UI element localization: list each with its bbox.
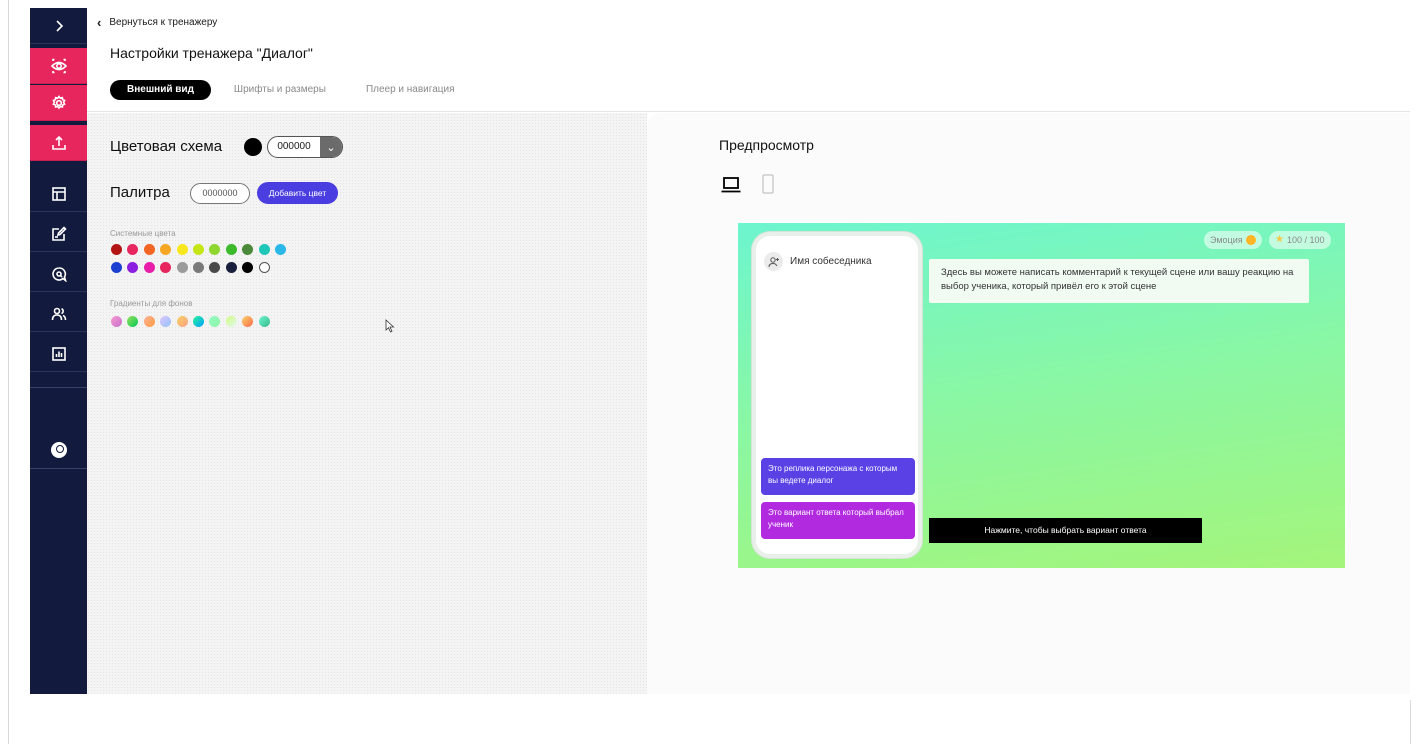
gradient-swatch[interactable] (242, 316, 254, 327)
choose-answer-button[interactable]: Нажмите, чтобы выбрать вариант ответа (929, 518, 1202, 543)
sidebar-divider (30, 387, 87, 388)
add-color-button[interactable]: Добавить цвет (257, 182, 338, 204)
color-swatch[interactable] (274, 244, 286, 255)
back-link-label: Вернуться к тренажеру (109, 17, 218, 28)
sidebar-item-settings[interactable] (30, 85, 87, 121)
scene-comment-box: Здесь вы можете написать комментарий к т… (929, 259, 1309, 303)
color-swatch[interactable] (127, 244, 139, 255)
color-swatch[interactable] (111, 244, 122, 255)
color-swatch[interactable] (160, 244, 172, 255)
color-swatch[interactable] (143, 262, 155, 273)
color-swatch[interactable] (209, 262, 221, 273)
palette-hex-input[interactable]: 0000000 (190, 183, 250, 204)
gradient-swatch[interactable] (127, 316, 139, 327)
color-swatch[interactable] (160, 262, 172, 273)
chevron-left-icon: ‹ (97, 15, 102, 30)
color-scheme-label: Цветовая схема (110, 138, 223, 155)
system-colors-row (111, 244, 286, 255)
color-swatch[interactable] (225, 244, 237, 255)
palette-label: Палитра (110, 184, 170, 201)
color-swatch[interactable] (192, 262, 204, 273)
phone-icon[interactable] (762, 174, 774, 194)
color-scheme-select[interactable]: 000000 ⌄ (267, 136, 343, 158)
user-avatar-icon (50, 442, 67, 458)
back-link[interactable]: ‹ Вернуться к тренажеру (97, 15, 217, 30)
frame-line-right (1410, 700, 1411, 744)
gradient-swatch[interactable] (143, 316, 155, 327)
color-swatch[interactable] (143, 244, 155, 255)
color-swatch[interactable] (209, 244, 221, 255)
tab-appearance[interactable]: Внешний вид (110, 80, 211, 100)
chat-search-icon (51, 266, 67, 282)
color-swatch[interactable] (176, 262, 188, 273)
upload-icon (51, 135, 66, 150)
color-swatch[interactable] (225, 262, 237, 273)
color-swatch[interactable] (242, 262, 254, 273)
gear-icon (51, 94, 66, 109)
appearance-settings-panel: Цветовая схема 000000 ⌄ Палитра 0000000 … (87, 113, 647, 694)
tab-player-navigation[interactable]: Плеер и навигация (346, 80, 475, 100)
gradient-swatch[interactable] (160, 316, 172, 327)
frame-line-left (8, 0, 9, 744)
system-colors-row (111, 262, 270, 273)
page-title: Настройки тренажера "Диалог" (110, 45, 313, 61)
sidebar-item-publish[interactable] (30, 125, 87, 161)
star-icon: ★ (1275, 234, 1284, 245)
sidebar-divider (30, 468, 87, 469)
gradient-swatch[interactable] (225, 316, 237, 327)
gradient-swatch[interactable] (111, 316, 122, 327)
sidebar-item-edit[interactable] (30, 216, 87, 252)
interlocutor-name: Имя собеседника (790, 256, 872, 267)
color-scheme-swatch[interactable] (244, 138, 262, 156)
color-swatch[interactable] (242, 244, 254, 255)
emoji-icon (1245, 235, 1256, 245)
score-badge: ★ 100 / 100 (1269, 231, 1331, 249)
system-colors-label: Системные цвета (110, 229, 176, 238)
sidebar-item-dialogs[interactable] (30, 256, 87, 292)
sidebar-expand-button[interactable] (30, 8, 87, 44)
color-swatch[interactable] (258, 262, 270, 273)
sidebar (30, 8, 87, 694)
color-swatch[interactable] (176, 244, 188, 255)
eye-icon (50, 58, 67, 73)
sidebar-item-statistics[interactable] (30, 336, 87, 372)
dialog-phone-frame: Имя собеседника Это реплика персонажа с … (752, 232, 922, 558)
gradients-row (111, 316, 270, 327)
emotion-label: Эмоция (1210, 235, 1243, 245)
gradient-swatch[interactable] (192, 316, 204, 327)
emotion-badge: Эмоция (1204, 231, 1262, 249)
preview-title: Предпросмотр (719, 137, 814, 153)
gradient-swatch[interactable] (209, 316, 221, 327)
preview-panel: Предпросмотр Эмоция ★ 100 / 100 Имя собе… (647, 113, 1410, 694)
chevron-down-icon[interactable]: ⌄ (320, 137, 342, 157)
sidebar-profile-button[interactable] (30, 432, 87, 468)
student-answer-bubble: Это вариант ответа который выбрал ученик (761, 502, 915, 539)
color-swatch[interactable] (111, 262, 122, 273)
score-value: 100 / 100 (1286, 235, 1325, 245)
interlocutor-header: Имя собеседника (764, 252, 872, 271)
sidebar-item-users[interactable] (30, 296, 87, 332)
color-swatch[interactable] (192, 244, 204, 255)
color-swatch[interactable] (127, 262, 139, 273)
gradient-swatch[interactable] (176, 316, 188, 327)
add-user-icon (764, 252, 783, 271)
tab-bar: Внешний вид Шрифты и размеры Плеер и нав… (110, 80, 475, 100)
chevron-right-icon (55, 19, 63, 32)
page-header: ‹ Вернуться к тренажеру Настройки тренаж… (87, 8, 1410, 112)
gradient-swatch[interactable] (258, 316, 270, 327)
sidebar-item-layout[interactable] (30, 176, 87, 212)
layout-icon (51, 186, 66, 201)
gradients-label: Градиенты для фонов (110, 299, 193, 308)
color-swatch[interactable] (258, 244, 270, 255)
character-reply-bubble: Это реплика персонажа с которым вы ведет… (761, 458, 915, 495)
sidebar-item-preview[interactable] (30, 48, 87, 84)
mouse-cursor-icon (385, 319, 395, 333)
color-scheme-value: 000000 (277, 141, 311, 152)
chart-icon (51, 346, 66, 361)
users-icon (51, 307, 66, 320)
tab-fonts-sizes[interactable]: Шрифты и размеры (214, 80, 346, 100)
preview-canvas: Эмоция ★ 100 / 100 Имя собеседника Это р… (738, 223, 1345, 568)
laptop-icon[interactable] (721, 176, 741, 194)
edit-icon (51, 225, 67, 241)
